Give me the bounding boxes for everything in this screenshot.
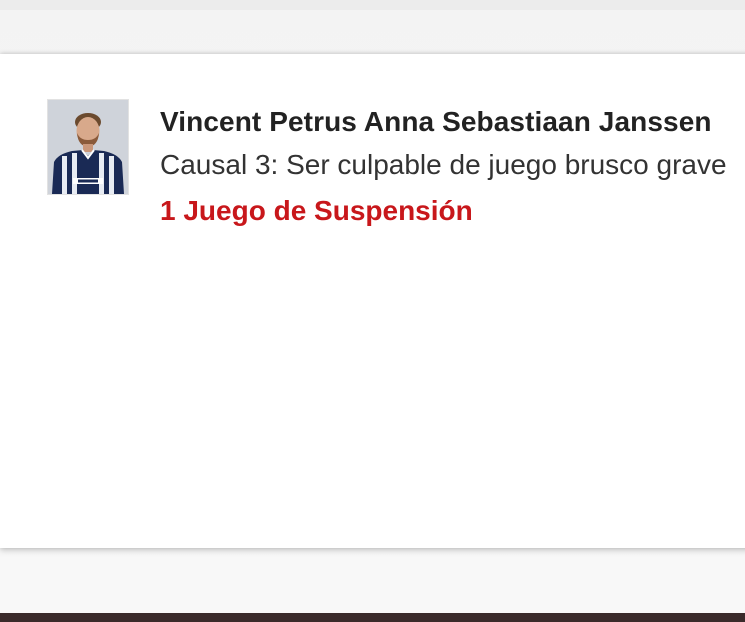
player-avatar [47, 99, 129, 195]
page: Vincent Petrus Anna Sebastiaan Janssen C… [0, 0, 745, 622]
player-name: Vincent Petrus Anna Sebastiaan Janssen [160, 106, 712, 137]
player-photo-icon [48, 100, 128, 194]
suspension-label: 1 Juego de Suspensión [160, 195, 473, 226]
sanction-details: Vincent Petrus Anna Sebastiaan Janssen C… [160, 102, 745, 234]
sanction-card: Vincent Petrus Anna Sebastiaan Janssen C… [0, 54, 745, 548]
sanction-reason: Causal 3: Ser culpable de juego brusco g… [160, 149, 727, 180]
bottom-bar [0, 613, 745, 622]
top-strip [0, 0, 745, 10]
